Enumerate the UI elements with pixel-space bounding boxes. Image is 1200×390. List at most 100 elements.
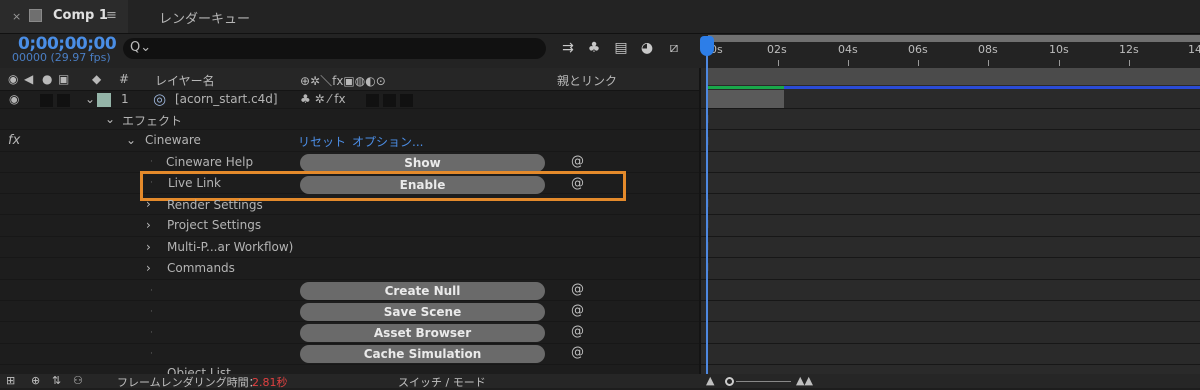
multi-pass-expand-chevron-icon[interactable]: › <box>146 240 151 254</box>
row-divider <box>0 300 1200 301</box>
switch-box[interactable] <box>366 94 379 107</box>
layer-duration-bar[interactable] <box>708 90 784 108</box>
playhead-line[interactable] <box>706 44 708 374</box>
options-link[interactable]: オプション... <box>352 133 423 150</box>
row-divider <box>0 321 1200 322</box>
switch-box[interactable] <box>383 94 396 107</box>
tab-comp1-label[interactable]: Comp 1 <box>53 8 108 23</box>
effects-group-label[interactable]: エフェクト <box>122 112 182 129</box>
save-scene-button[interactable]: Save Scene <box>300 303 545 321</box>
close-tab-icon[interactable]: × <box>12 10 21 23</box>
cineware-expand-chevron-icon[interactable]: ⌄ <box>126 133 136 147</box>
ruler-tick <box>1129 60 1130 66</box>
bullet-dot: · <box>150 349 153 359</box>
toggle-layer-switches-icon[interactable]: ⊞ <box>6 374 15 387</box>
ruler-label: 12s <box>1119 43 1139 56</box>
commands-expand-chevron-icon[interactable]: › <box>146 261 151 275</box>
toggle-in-out-icon[interactable]: ⇅ <box>52 374 61 387</box>
motion-blur-icon[interactable]: ◕ <box>637 38 657 58</box>
ruler-tick <box>778 60 779 66</box>
cineware-help-label: Cineware Help <box>166 155 254 169</box>
show-button[interactable]: Show <box>300 154 545 172</box>
asset-browser-button[interactable]: Asset Browser <box>300 324 545 342</box>
layer-visibility-icon[interactable]: ◉ <box>9 92 19 106</box>
layer-duration-bar-line <box>784 86 1200 89</box>
project-settings-label[interactable]: Project Settings <box>167 218 261 232</box>
layer-solo-toggle[interactable] <box>57 94 70 107</box>
work-area-bar[interactable] <box>708 68 1200 85</box>
switch-box[interactable] <box>400 94 413 107</box>
cache-simulation-button[interactable]: Cache Simulation <box>300 345 545 363</box>
row-divider <box>0 257 1200 258</box>
commands-label[interactable]: Commands <box>167 261 235 275</box>
label-tag-icon[interactable]: ◆ <box>92 72 101 86</box>
bullet-dot: · <box>150 307 153 317</box>
search-icon[interactable]: Q⌄ <box>130 40 151 55</box>
pickwhip-icon[interactable]: @ <box>571 282 584 297</box>
search-input[interactable] <box>123 38 546 59</box>
project-settings-expand-chevron-icon[interactable]: › <box>146 218 151 232</box>
graph-editor-icon[interactable]: ⧄ <box>664 38 684 58</box>
layer-audio-toggle[interactable] <box>40 94 53 107</box>
effects-expand-chevron-icon[interactable]: ⌄ <box>105 112 115 126</box>
layer-number-header: # <box>119 72 130 86</box>
row-divider <box>0 236 1200 237</box>
reset-link[interactable]: リセット <box>298 133 346 150</box>
cineware-effect-label[interactable]: Cineware <box>145 133 201 147</box>
eye-icon[interactable]: ◉ <box>8 72 18 86</box>
object-list-label[interactable]: Object List <box>167 366 231 374</box>
draft-3d-icon[interactable]: ♣ <box>584 38 604 58</box>
zoom-out-icon[interactable]: ▲ <box>706 374 714 387</box>
ruler-label: 08s <box>978 43 998 56</box>
layer-name[interactable]: [acorn_start.c4d] <box>175 92 278 106</box>
create-null-button[interactable]: Create Null <box>300 282 545 300</box>
playhead-handle[interactable] <box>700 36 714 56</box>
bullet-dot: · <box>150 157 153 167</box>
row-divider <box>0 151 1200 152</box>
cinema4d-file-icon: ◎ <box>153 90 167 108</box>
ruler-tick <box>1059 60 1060 66</box>
bullet-dot: · <box>150 286 153 296</box>
solo-icon[interactable]: ● <box>42 72 52 86</box>
layer-switches-icons[interactable]: ♣ ✲ ⁄ fx <box>300 92 346 106</box>
render-settings-expand-chevron-icon[interactable]: › <box>146 197 151 211</box>
pickwhip-icon[interactable]: @ <box>571 345 584 360</box>
time-navigator[interactable] <box>708 35 1200 42</box>
toggle-render-time-icon[interactable]: ⚇ <box>73 374 83 387</box>
tab-render-queue[interactable]: レンダーキュー <box>159 8 250 27</box>
zoom-in-icon[interactable]: ▲▲ <box>796 374 813 387</box>
ruler-tick <box>848 60 849 66</box>
frame-blending-icon[interactable]: ▤ <box>611 38 631 58</box>
cached-frames-indicator <box>708 86 784 89</box>
row-divider <box>0 343 1200 344</box>
layer-expand-chevron-icon[interactable]: ⌄ <box>85 92 95 106</box>
comp-mini-flowchart-icon[interactable]: ⇉ <box>558 38 578 58</box>
panel-divider[interactable] <box>699 68 701 374</box>
ruler-label: 14 <box>1188 43 1200 56</box>
multi-pass-label[interactable]: Multi-P...ar Workflow) <box>167 240 293 254</box>
fx-toggle-icon[interactable]: fx <box>8 133 20 148</box>
lock-icon[interactable]: ▣ <box>58 72 69 86</box>
layer-number: 1 <box>121 92 129 106</box>
bullet-dot: · <box>150 328 153 338</box>
layer-name-header[interactable]: レイヤー名 <box>155 72 215 89</box>
comp-color-swatch <box>29 9 42 22</box>
ruler-label: 04s <box>838 43 858 56</box>
toggle-transfer-controls-icon[interactable]: ⊕ <box>31 374 40 387</box>
tab-menu-icon[interactable]: ≡ <box>106 8 117 23</box>
pickwhip-icon[interactable]: @ <box>571 303 584 318</box>
zoom-slider-track[interactable] <box>736 381 791 382</box>
audio-icon[interactable]: ◀ <box>24 72 33 86</box>
layer-label-color[interactable] <box>97 93 111 107</box>
switches-header: ⊕✲＼fx▣◍◐⊙ <box>300 74 386 88</box>
frame-count: 00000 (29.97 fps) <box>12 51 111 64</box>
row-divider <box>0 108 1200 109</box>
pickwhip-icon[interactable]: @ <box>571 154 584 169</box>
ruler-tick <box>988 60 989 66</box>
pickwhip-icon[interactable]: @ <box>571 324 584 339</box>
zoom-slider-handle[interactable] <box>725 377 734 386</box>
parent-link-header[interactable]: 親とリンク <box>557 72 617 89</box>
row-divider <box>0 214 1200 215</box>
render-settings-label[interactable]: Render Settings <box>167 198 263 212</box>
ruler-label: 02s <box>767 43 787 56</box>
